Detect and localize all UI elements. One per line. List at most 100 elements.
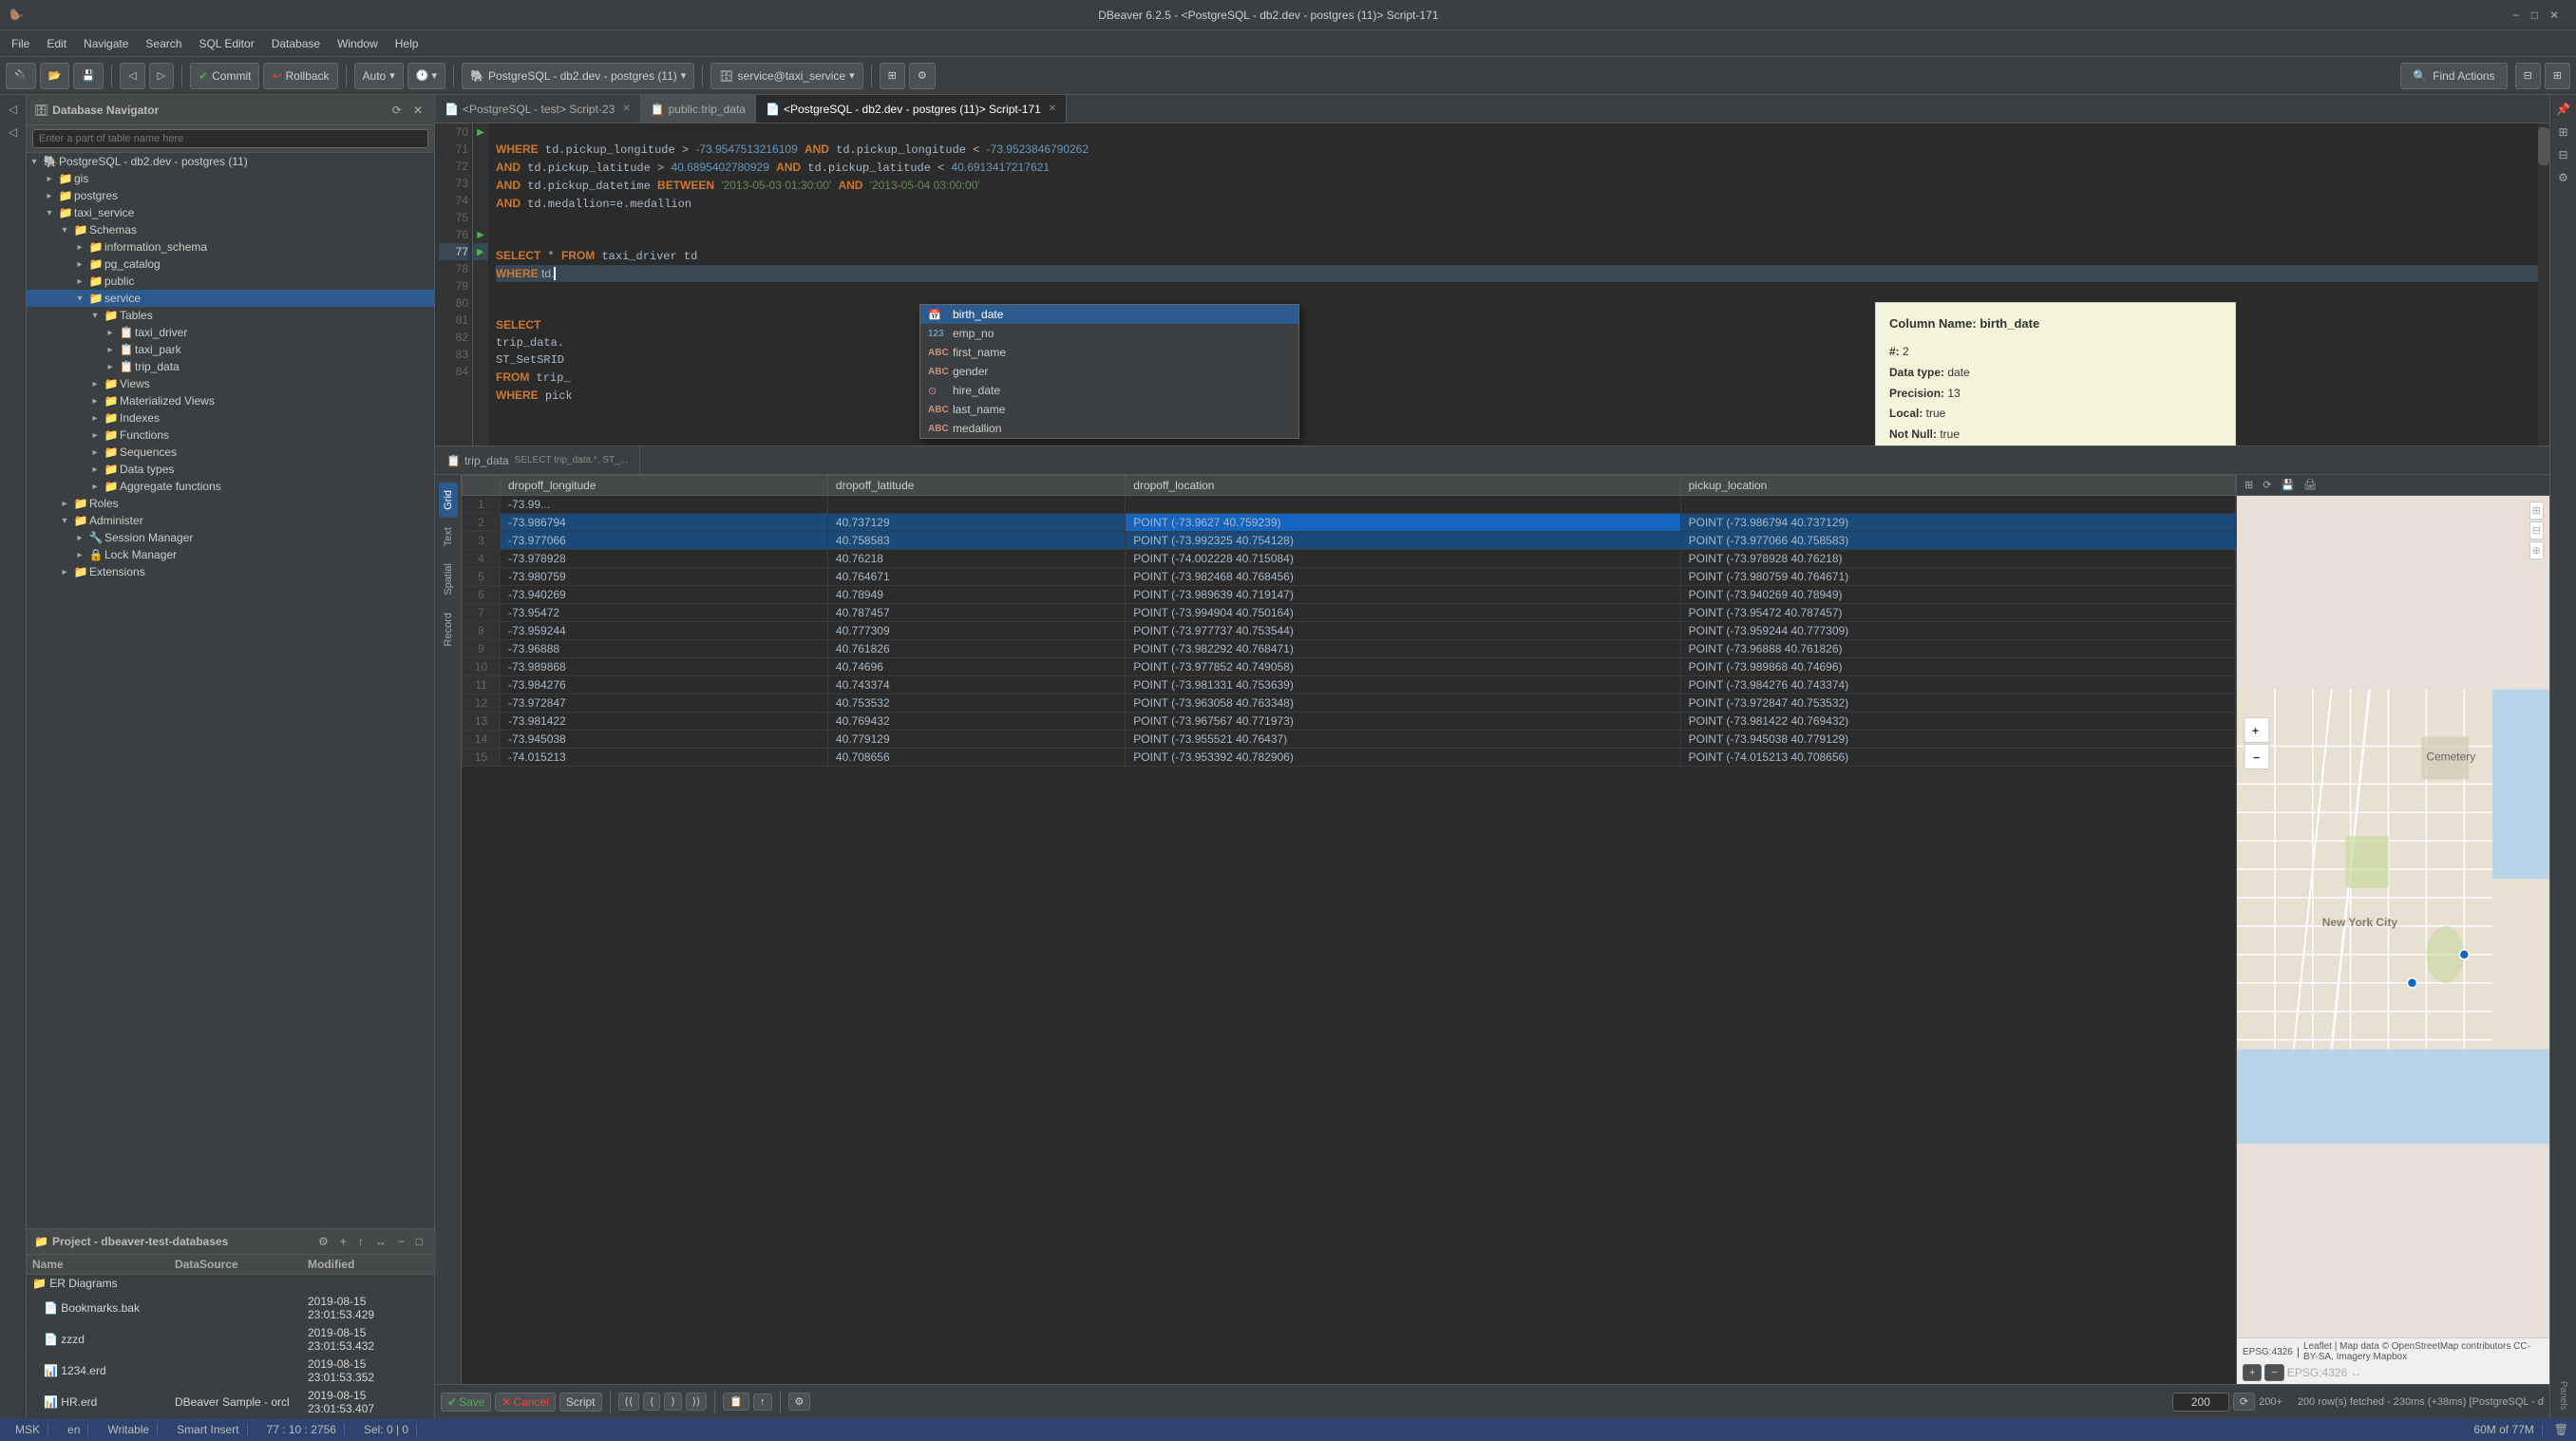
tree-item-session_mgr[interactable]: ▸🔧Session Manager	[27, 529, 434, 546]
tree-arrow-taxi_service[interactable]: ▾	[42, 208, 57, 218]
project-close-btn[interactable]: □	[412, 1233, 426, 1250]
tree-item-postgres[interactable]: ▸📁postgres	[27, 187, 434, 204]
save-button[interactable]: ✔ Save	[441, 1393, 491, 1412]
ac-emp-no[interactable]: 123 emp_no	[920, 324, 1298, 343]
results-tab-trip-data[interactable]: 📋 trip_data SELECT trip_data.*, ST_...	[435, 446, 640, 474]
tree-item-taxi_park[interactable]: ▸📋taxi_park	[27, 341, 434, 358]
tree-item-service[interactable]: ▾📁service	[27, 290, 434, 307]
code-area[interactable]: WHERE td.pickup_longitude > -73.95475132…	[488, 123, 2549, 446]
tab-close-1[interactable]: ✕	[622, 104, 630, 114]
navigator-close-btn[interactable]: ✕	[409, 102, 426, 119]
layout-button[interactable]: ⊞	[2545, 63, 2570, 89]
table-row[interactable]: 6 -73.940269 40.78949 POINT (-73.989639 …	[463, 586, 2236, 604]
tree-arrow-views[interactable]: ▸	[87, 379, 103, 389]
tree-arrow-schemas[interactable]: ▾	[57, 225, 72, 236]
menu-edit[interactable]: Edit	[39, 33, 74, 54]
ac-birth-date[interactable]: 📅 birth_date	[920, 305, 1298, 324]
gutter-run-70[interactable]: ▶	[473, 123, 488, 141]
edge-btn-4[interactable]: ⚙	[2553, 167, 2574, 188]
tree-arrow-sequences[interactable]: ▸	[87, 447, 103, 458]
auto-dropdown[interactable]: Auto ▾	[354, 63, 404, 89]
project-up-btn[interactable]: ↑	[354, 1233, 368, 1250]
side-tab-text[interactable]: Text	[439, 520, 458, 554]
project-row-3[interactable]: 📊 1234.erd 2019-08-15 23:01:53.352	[27, 1356, 434, 1387]
table-row[interactable]: 13 -73.981422 40.769432 POINT (-73.96756…	[463, 712, 2236, 730]
project-add-btn[interactable]: +	[336, 1233, 350, 1250]
tree-arrow-data_types[interactable]: ▸	[87, 465, 103, 475]
project-row-0[interactable]: 📁 ER Diagrams	[27, 1275, 434, 1293]
ac-medallion[interactable]: ABC medallion	[920, 419, 1298, 438]
map-coords-btn[interactable]: ↔	[2350, 1366, 2361, 1379]
tree-arrow-mat_views[interactable]: ▸	[87, 396, 103, 407]
tree-arrow-taxi_driver[interactable]: ▸	[103, 328, 118, 338]
th-dropoff-loc[interactable]: dropoff_location	[1126, 476, 1680, 496]
grid-view-button[interactable]: ⊞	[880, 63, 905, 89]
cancel-button[interactable]: ✕ Cancel	[495, 1393, 555, 1412]
script-button[interactable]: Script	[559, 1393, 602, 1412]
table-row[interactable]: 4 -73.978928 40.76218 POINT (-74.002228 …	[463, 550, 2236, 568]
left-edge-btn-2[interactable]: ◁	[3, 122, 24, 142]
table-row[interactable]: 5 -73.980759 40.764671 POINT (-73.982468…	[463, 568, 2236, 586]
left-edge-btn-1[interactable]: ◁	[3, 99, 24, 120]
table-row[interactable]: 9 -73.96888 40.761826 POINT (-73.982292 …	[463, 640, 2236, 658]
th-dropoff-lat[interactable]: dropoff_latitude	[827, 476, 1125, 496]
tree-item-pg-dev[interactable]: ▾🐘PostgreSQL - db2.dev - postgres (11)	[27, 153, 434, 170]
tree-arrow-agg_funcs[interactable]: ▸	[87, 482, 103, 492]
save-all-button[interactable]: 💾	[73, 63, 104, 89]
edge-btn-1[interactable]: 📌	[2553, 99, 2574, 120]
menu-window[interactable]: Window	[330, 33, 386, 54]
ac-last-name[interactable]: ABC last_name	[920, 400, 1298, 419]
project-row-4[interactable]: 📊 HR.erd DBeaver Sample - orcl 2019-08-1…	[27, 1387, 434, 1418]
navigator-search-input[interactable]	[32, 129, 428, 148]
tree-arrow-pg_catalog[interactable]: ▸	[72, 259, 87, 270]
tree-arrow-session_mgr[interactable]: ▸	[72, 533, 87, 543]
menu-database[interactable]: Database	[264, 33, 328, 54]
tree-arrow-roles[interactable]: ▸	[57, 499, 72, 509]
status-trash[interactable]: 🗑	[2554, 1423, 2568, 1436]
map-print-btn[interactable]: 🖨	[2300, 477, 2320, 493]
table-row[interactable]: 1 -73.99...	[463, 496, 2236, 514]
limit-input[interactable]	[2172, 1393, 2229, 1412]
commit-button[interactable]: ✔ Commit	[190, 63, 259, 89]
menu-file[interactable]: File	[4, 33, 37, 54]
tab-trip-data[interactable]: 📋 public.trip_data	[641, 95, 756, 123]
edge-btn-3[interactable]: ⊟	[2553, 144, 2574, 165]
project-row-1[interactable]: 📄 Bookmarks.bak 2019-08-15 23:01:53.429	[27, 1293, 434, 1324]
table-row[interactable]: 11 -73.984276 40.743374 POINT (-73.98133…	[463, 676, 2236, 694]
menu-help[interactable]: Help	[388, 33, 426, 54]
table-row[interactable]: 8 -73.959244 40.777309 POINT (-73.977737…	[463, 622, 2236, 640]
tab-script23[interactable]: 📄 <PostgreSQL - test> Script-23 ✕	[435, 95, 641, 123]
settings-button[interactable]: ⚙	[909, 63, 936, 89]
tree-item-schemas[interactable]: ▾📁Schemas	[27, 221, 434, 238]
ac-gender[interactable]: ABC gender	[920, 362, 1298, 381]
tree-item-agg_funcs[interactable]: ▸📁Aggregate functions	[27, 478, 434, 495]
table-row[interactable]: 10 -73.989868 40.74696 POINT (-73.977852…	[463, 658, 2236, 676]
menu-navigate[interactable]: Navigate	[76, 33, 136, 54]
tree-arrow-public[interactable]: ▸	[72, 276, 87, 287]
tree-arrow-service[interactable]: ▾	[72, 294, 87, 304]
tree-item-public[interactable]: ▸📁public	[27, 273, 434, 290]
map-refresh-btn[interactable]: ⟳	[2259, 477, 2275, 493]
tree-arrow-extensions[interactable]: ▸	[57, 567, 72, 578]
tree-arrow-information_schema[interactable]: ▸	[72, 242, 87, 253]
tree-item-indexes[interactable]: ▸📁Indexes	[27, 409, 434, 427]
tree-arrow-trip_data[interactable]: ▸	[103, 362, 118, 372]
refresh-btn[interactable]: ⟳	[2233, 1393, 2255, 1411]
db-dropdown[interactable]: 🗄 service@taxi_service ▾	[710, 63, 862, 89]
tree-item-gis[interactable]: ▸📁gis	[27, 170, 434, 187]
th-pickup-loc[interactable]: pickup_location	[1680, 476, 2235, 496]
tree-arrow-gis[interactable]: ▸	[42, 174, 57, 184]
tree-item-extensions[interactable]: ▸📁Extensions	[27, 563, 434, 580]
tree-item-functions[interactable]: ▸📁Functions	[27, 427, 434, 444]
back-button[interactable]: ◁	[120, 63, 144, 89]
tree-arrow-indexes[interactable]: ▸	[87, 413, 103, 424]
gutter-run-76[interactable]: ▶	[473, 226, 488, 243]
tree-item-taxi_service[interactable]: ▾📁taxi_service	[27, 204, 434, 221]
side-tab-grid[interactable]: Grid	[439, 483, 458, 518]
table-row[interactable]: 3 -73.977066 40.758583 POINT (-73.992325…	[463, 532, 2236, 550]
tree-item-trip_data[interactable]: ▸📋trip_data	[27, 358, 434, 375]
edge-btn-2[interactable]: ⊞	[2553, 122, 2574, 142]
tree-item-pg_catalog[interactable]: ▸📁pg_catalog	[27, 256, 434, 273]
tree-item-mat_views[interactable]: ▸📁Materialized Views	[27, 392, 434, 409]
rollback-button[interactable]: ↩ Rollback	[263, 63, 337, 89]
